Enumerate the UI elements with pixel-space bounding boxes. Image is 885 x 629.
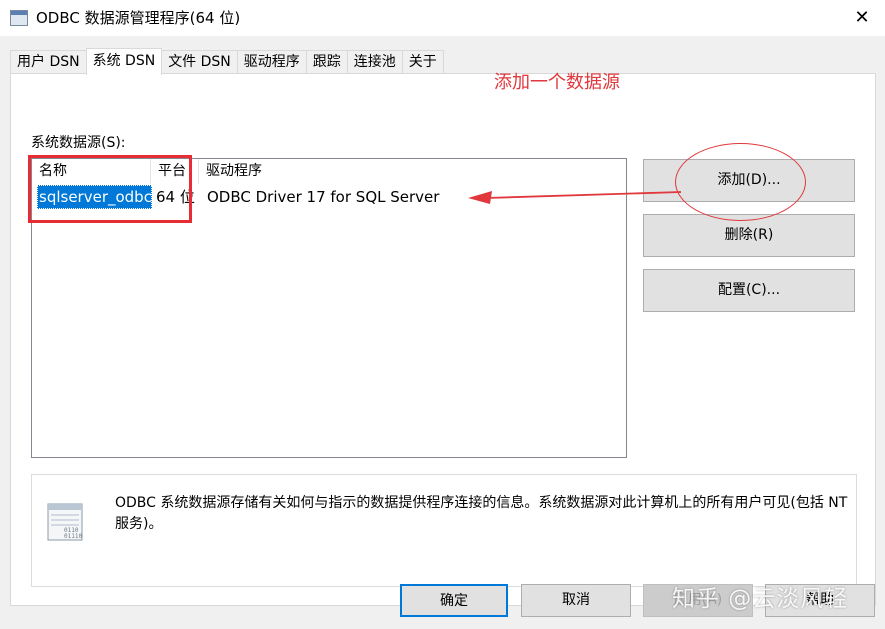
database-info-icon: 0110 01110 [47, 503, 83, 541]
info-box: 0110 01110 ODBC 系统数据源存储有关如何与指示的数据提供程序连接的… [31, 474, 857, 587]
tab-tracing[interactable]: 跟踪 [305, 50, 348, 74]
tab-connection-pooling[interactable]: 连接池 [346, 50, 403, 74]
tab-panel: 系统数据源(S): 名称 平台 驱动程序 sqlserver_odbc 64 位… [10, 73, 876, 606]
data-source-list[interactable]: 名称 平台 驱动程序 sqlserver_odbc 64 位 ODBC Driv… [31, 158, 627, 458]
dialog-body: 用户 DSN 系统 DSN 文件 DSN 驱动程序 跟踪 连接池 关于 系统数据… [0, 36, 885, 629]
table-row[interactable]: sqlserver_odbc 64 位 ODBC Driver 17 for S… [32, 185, 626, 209]
tab-file-dsn[interactable]: 文件 DSN [161, 50, 238, 74]
info-description: ODBC 系统数据源存储有关如何与指示的数据提供程序连接的信息。系统数据源对此计… [115, 495, 848, 532]
list-header: 名称 平台 驱动程序 [32, 159, 626, 184]
column-header-name[interactable]: 名称 [32, 159, 151, 184]
add-button[interactable]: 添加(D)... [643, 159, 855, 202]
close-button[interactable]: ✕ [839, 0, 885, 36]
row-platform: 64 位 [156, 188, 195, 206]
row-name: sqlserver_odbc [37, 185, 152, 209]
remove-button[interactable]: 删除(R) [643, 214, 855, 257]
tab-system-dsn[interactable]: 系统 DSN [85, 48, 163, 75]
title-bar: ODBC 数据源管理程序(64 位) ✕ [0, 0, 885, 36]
tab-user-dsn[interactable]: 用户 DSN [10, 50, 87, 74]
tab-about[interactable]: 关于 [401, 50, 444, 74]
odbc-app-icon [10, 10, 28, 26]
svg-text:01110: 01110 [64, 533, 82, 540]
tab-strip: 用户 DSN 系统 DSN 文件 DSN 驱动程序 跟踪 连接池 关于 [10, 48, 444, 75]
window-title: ODBC 数据源管理程序(64 位) [36, 9, 241, 27]
annotation-label: 添加一个数据源 [494, 72, 620, 93]
tab-drivers[interactable]: 驱动程序 [236, 50, 307, 74]
ok-button[interactable]: 确定 [400, 584, 508, 617]
cancel-button[interactable]: 取消 [521, 584, 631, 617]
configure-button[interactable]: 配置(C)... [643, 269, 855, 312]
column-header-platform[interactable]: 平台 [151, 159, 199, 184]
row-driver: ODBC Driver 17 for SQL Server [207, 188, 440, 206]
column-header-driver[interactable]: 驱动程序 [199, 159, 626, 184]
row-name-cell: sqlserver_odbc [32, 185, 152, 209]
watermark: 知乎 @云淡风轻 [672, 586, 849, 612]
system-data-sources-label: 系统数据源(S): [31, 135, 126, 151]
